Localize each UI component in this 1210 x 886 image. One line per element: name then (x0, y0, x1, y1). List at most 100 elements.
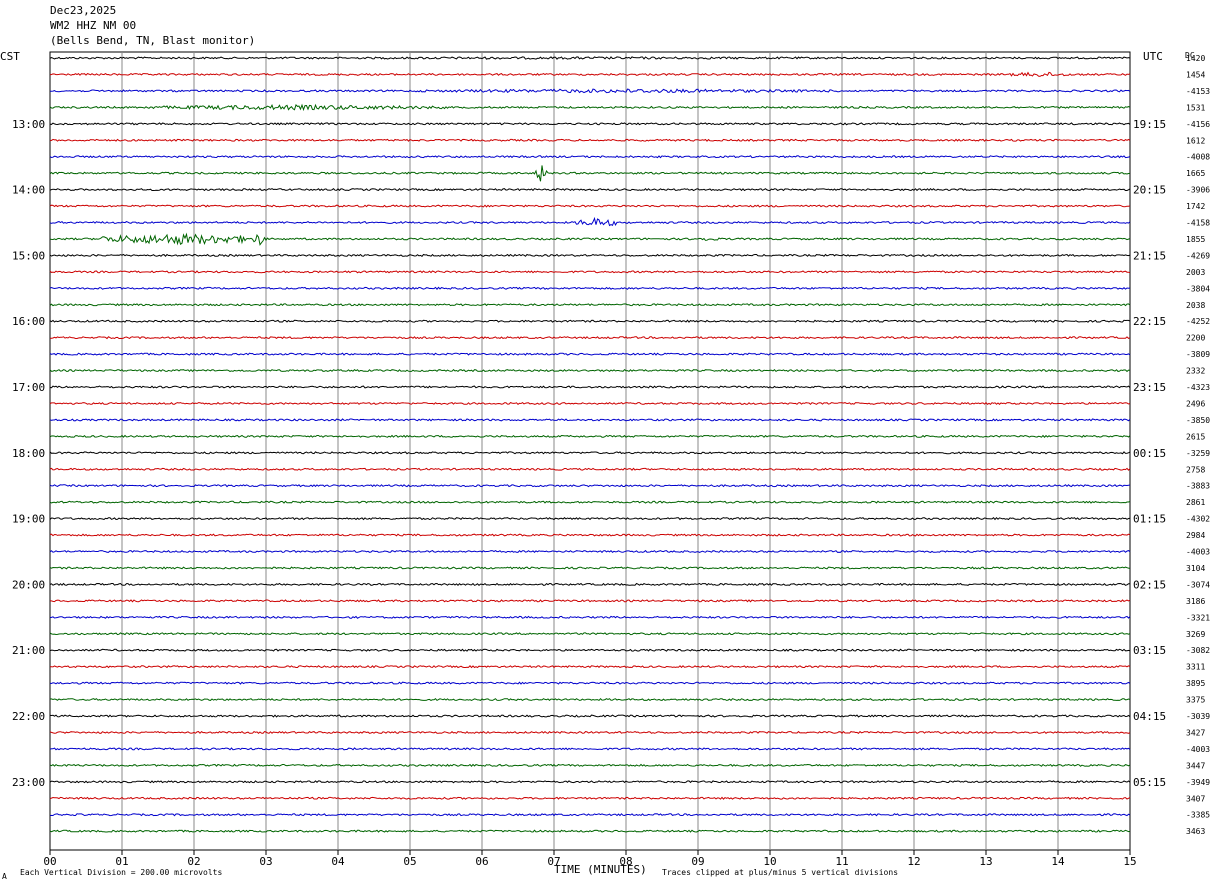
seismic-trace (49, 648, 1131, 652)
seismic-trace (49, 216, 1131, 227)
dc-offset-label: 2861 (1186, 498, 1205, 507)
dc-offset-label: -41580 (1186, 219, 1210, 228)
seismic-trace (49, 385, 1131, 389)
utc-hour-label: 19:15 (1133, 118, 1166, 131)
cst-hour-label: 23:00 (12, 776, 45, 789)
seismic-trace (49, 615, 1131, 619)
utc-hour-label: 01:15 (1133, 513, 1166, 526)
seismic-trace (49, 434, 1131, 438)
dc-offset-label: 2003 (1186, 268, 1205, 277)
dc-offset-label: -40086 (1186, 153, 1210, 162)
dc-offset-label: -43026 (1186, 515, 1210, 524)
dc-offset-label: -38834 (1186, 482, 1210, 491)
cst-hour-label: 20:00 (12, 578, 45, 591)
seismic-trace (49, 352, 1131, 356)
utc-hour-label: 04:15 (1133, 710, 1166, 723)
utc-hour-label: 21:15 (1133, 249, 1166, 262)
cst-hour-label: 13:00 (12, 118, 45, 131)
seismic-trace (49, 451, 1131, 455)
dc-offset-label: 1612 (1186, 136, 1205, 145)
dc-offset-label: 2038 (1186, 301, 1205, 310)
utc-hour-label: 22:15 (1133, 315, 1166, 328)
utc-hour-label: 00:15 (1133, 447, 1166, 460)
dc-offset-label: 3447 (1186, 761, 1205, 770)
left-timezone-label: CST (0, 50, 20, 63)
seismic-trace (49, 368, 1131, 373)
dc-offset-label: -43238 (1186, 383, 1210, 392)
utc-hour-label: 03:15 (1133, 644, 1166, 657)
chart-location: (Bells Bend, TN, Blast monitor) (50, 34, 256, 47)
cst-hour-label: 22:00 (12, 710, 45, 723)
seismic-trace (49, 253, 1131, 257)
dc-offset-label: -32590 (1186, 449, 1210, 458)
seismic-trace (49, 103, 1131, 112)
utc-hour-label: 02:15 (1133, 578, 1166, 591)
dc-offset-label: 3463 (1186, 827, 1205, 836)
dc-offset-label: 1531 (1186, 103, 1205, 112)
x-tick-label: 13 (979, 855, 992, 868)
seismic-trace (50, 599, 1131, 603)
seismic-trace (49, 697, 1131, 702)
seismic-trace (49, 71, 1131, 77)
dc-offset-label: 3186 (1186, 597, 1205, 606)
x-tick-label: 05 (403, 855, 416, 868)
dc-offset-label: 2984 (1186, 531, 1205, 540)
x-tick-label: 12 (907, 855, 920, 868)
seismic-trace (49, 155, 1131, 159)
seismic-trace (49, 533, 1131, 537)
corner-mark: A (2, 872, 7, 881)
dc-offset-label: -30827 (1186, 646, 1210, 655)
dc-offset-label: -33219 (1186, 613, 1210, 622)
x-tick-label: 02 (187, 855, 200, 868)
x-tick-label: 14 (1051, 855, 1065, 868)
utc-hour-label: 23:15 (1133, 381, 1166, 394)
dc-offset-label: 3895 (1186, 679, 1205, 688)
x-tick-label: 04 (331, 855, 345, 868)
dc-offset-label: 3407 (1186, 794, 1205, 803)
cst-hour-label: 17:00 (12, 381, 45, 394)
seismic-trace (49, 319, 1131, 323)
seismic-trace (49, 204, 1131, 208)
seismic-trace (49, 763, 1131, 767)
seismic-trace (49, 303, 1131, 307)
seismic-trace (49, 286, 1131, 290)
dc-offset-label: 1742 (1186, 202, 1205, 211)
seismic-trace (49, 401, 1131, 405)
x-tick-label: 10 (763, 855, 776, 868)
dc-offset-label: 1855 (1186, 235, 1205, 244)
seismic-trace (49, 187, 1131, 192)
seismic-trace (49, 813, 1131, 817)
dc-offset-label: -39499 (1186, 778, 1210, 787)
x-tick-label: 01 (115, 855, 128, 868)
dc-offset-label: 3104 (1186, 564, 1205, 573)
seismic-trace (49, 516, 1131, 521)
x-tick-label: 11 (835, 855, 848, 868)
utc-hour-label: 20:15 (1133, 184, 1166, 197)
seismic-trace (49, 418, 1131, 422)
seismic-trace (49, 714, 1131, 718)
dc-offset-label: 1454 (1186, 70, 1205, 79)
seismic-trace (49, 336, 1131, 340)
dc-offset-label: 2332 (1186, 367, 1205, 376)
seismic-trace (49, 138, 1131, 142)
dc-offset-label: -41569 (1186, 120, 1210, 129)
scale-note: Each Vertical Division = 200.00 microvol… (20, 868, 223, 877)
cst-hour-label: 21:00 (12, 644, 45, 657)
dc-offset-label: 3269 (1186, 630, 1205, 639)
dc-offset-label: -41530 (1186, 87, 1210, 96)
seismic-trace (49, 232, 1131, 246)
seismic-trace (50, 665, 1131, 669)
dc-offset-label: 3375 (1186, 696, 1205, 705)
dc-offset-label: -42693 (1186, 251, 1210, 260)
plot-frame (49, 51, 1131, 851)
x-tick-label: 06 (475, 855, 488, 868)
dc-offset-label: 2615 (1186, 432, 1205, 441)
dc-offset-label: -40038 (1186, 548, 1210, 557)
seismic-trace (49, 165, 1131, 182)
dc-offset-label: 2496 (1186, 399, 1205, 408)
seismic-trace (49, 270, 1131, 274)
seismic-trace (49, 747, 1131, 751)
dc-offset-label: 1665 (1186, 169, 1205, 178)
seismic-trace (49, 730, 1131, 735)
cst-hour-label: 15:00 (12, 249, 45, 262)
